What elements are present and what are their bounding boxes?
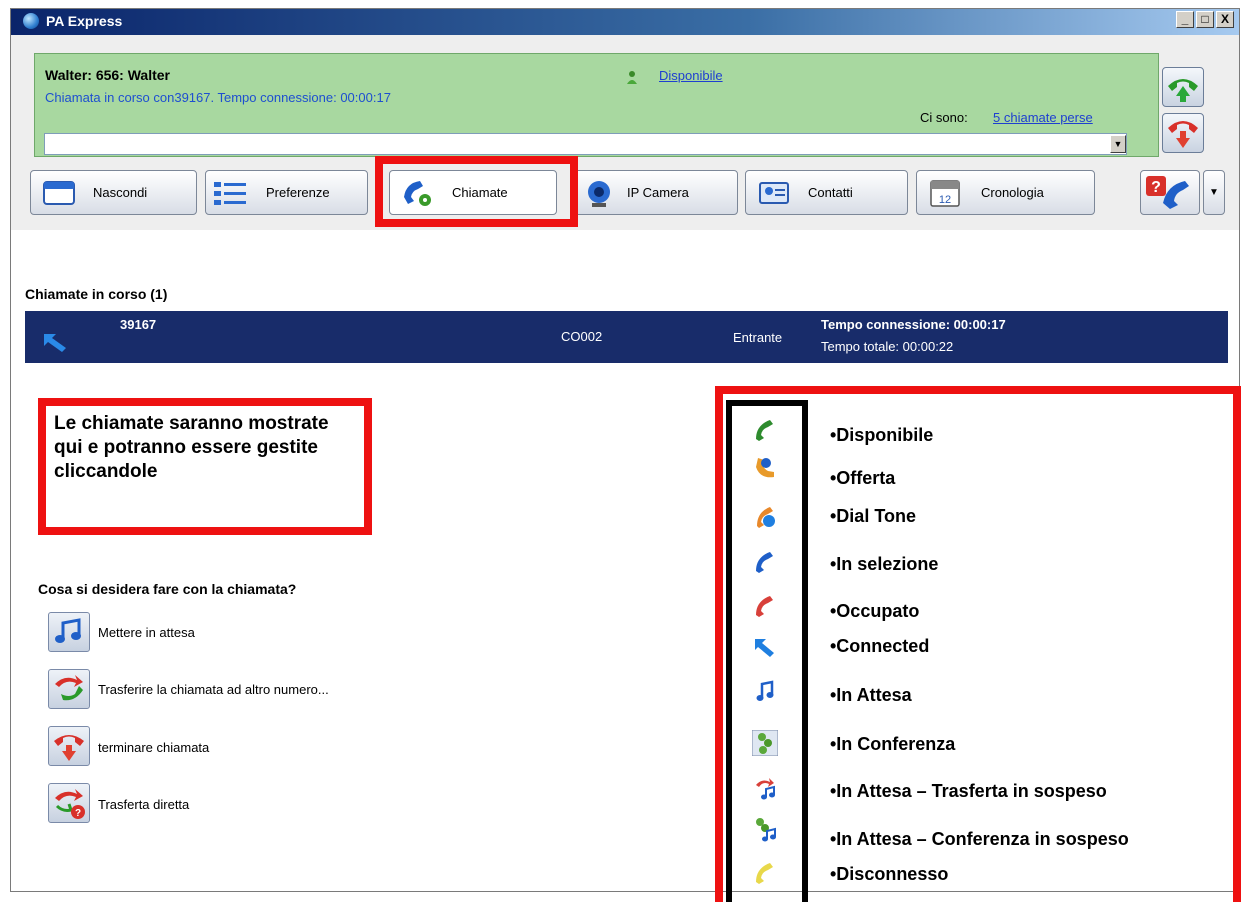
call-direction: Entrante bbox=[733, 330, 783, 345]
missed-calls-link[interactable]: 5 chiamate perse bbox=[993, 110, 1093, 125]
tab-cronologia[interactable]: 12 Cronologia bbox=[916, 170, 1095, 215]
legend-label: •Disponibile bbox=[830, 425, 934, 445]
legend-label: •In Attesa – Trasferta in sospeso bbox=[830, 781, 1107, 801]
hold-call-label[interactable]: Mettere in attesa bbox=[98, 625, 195, 640]
end-call-button[interactable] bbox=[48, 726, 90, 766]
call-number: 39167 bbox=[120, 317, 157, 332]
direct-transfer-icon: ? bbox=[55, 789, 85, 819]
call-actions-heading: Cosa si desidera fare con la chiamata? bbox=[38, 581, 297, 597]
disconnected-handset-icon bbox=[756, 863, 773, 884]
hangup-call-button[interactable] bbox=[1162, 113, 1204, 153]
call-line-id: CO002 bbox=[561, 329, 603, 344]
legend-label: •In Conferenza bbox=[830, 734, 956, 754]
transfer-call-button[interactable] bbox=[48, 669, 90, 709]
calendar-icon: 12 bbox=[930, 180, 960, 207]
connected-arrow-icon bbox=[755, 639, 774, 657]
red-phone-down-icon bbox=[1168, 121, 1198, 148]
direct-transfer-label[interactable]: Trasferta diretta bbox=[98, 797, 189, 812]
conference-icon bbox=[752, 730, 778, 756]
legend-label: •Disconnesso bbox=[830, 864, 949, 884]
music-note-icon bbox=[756, 680, 774, 701]
help-button[interactable]: ? bbox=[1140, 170, 1200, 215]
hold-call-button[interactable] bbox=[48, 612, 90, 652]
maximize-button[interactable]: □ bbox=[1196, 11, 1214, 28]
legend-label: •Dial Tone bbox=[830, 506, 916, 526]
legend-label: •Offerta bbox=[830, 468, 896, 488]
tab-preferenze[interactable]: Preferenze bbox=[205, 170, 368, 215]
svg-text:?: ? bbox=[1151, 179, 1161, 196]
legend-label: •In selezione bbox=[830, 554, 939, 574]
calls-in-progress-heading: Chiamate in corso (1) bbox=[25, 286, 168, 302]
hold-conference-icon bbox=[756, 818, 776, 842]
contacts-card-icon bbox=[759, 182, 789, 204]
offered-call-icon bbox=[756, 458, 774, 478]
tab-contatti[interactable]: Contatti bbox=[745, 170, 908, 215]
tab-label: IP Camera bbox=[627, 185, 689, 200]
green-handset-icon bbox=[756, 420, 773, 441]
call-total-time: Tempo totale: 00:00:22 bbox=[821, 339, 954, 354]
end-call-label[interactable]: terminare chiamata bbox=[98, 740, 209, 755]
dial-tone-icon bbox=[757, 507, 775, 528]
legend-label: •In Attesa – Conferenza in sospeso bbox=[830, 829, 1129, 849]
music-note-icon bbox=[55, 618, 81, 643]
tab-label: Preferenze bbox=[266, 185, 330, 200]
title-bar[interactable] bbox=[11, 9, 1239, 35]
red-handset-icon bbox=[756, 596, 773, 617]
info-note-text: Le chiamate saranno mostrate qui e potra… bbox=[54, 413, 329, 482]
direct-transfer-button[interactable]: ? bbox=[48, 783, 90, 823]
call-status-text: Chiamata in corso con39167. Tempo connes… bbox=[45, 90, 391, 105]
answer-call-button[interactable] bbox=[1162, 67, 1204, 107]
preferences-list-icon bbox=[214, 182, 246, 205]
user-identity: Walter: 656: Walter bbox=[45, 67, 170, 83]
tab-label: Nascondi bbox=[93, 185, 148, 200]
webcam-icon bbox=[588, 181, 610, 207]
dial-number-combo[interactable] bbox=[44, 133, 1127, 155]
hold-transfer-icon bbox=[756, 778, 775, 800]
help-dropdown-button[interactable]: ▼ bbox=[1203, 170, 1225, 215]
app-globe-icon bbox=[23, 13, 39, 29]
tab-ip-camera[interactable]: IP Camera bbox=[572, 170, 738, 215]
app-title: PA Express bbox=[46, 13, 123, 29]
transfer-icon bbox=[55, 675, 83, 701]
tab-label: Contatti bbox=[808, 185, 853, 200]
legend-label: •In Attesa bbox=[830, 685, 912, 705]
table-row[interactable] bbox=[25, 311, 1228, 363]
hangup-icon bbox=[54, 735, 84, 761]
presence-status-link[interactable]: Disponibile bbox=[659, 68, 723, 83]
tab-highlight-frame bbox=[375, 156, 578, 227]
legend-label: •Connected bbox=[830, 636, 930, 656]
svg-text:?: ? bbox=[75, 808, 81, 819]
hide-window-icon bbox=[43, 181, 75, 205]
missed-calls-label: Ci sono: bbox=[920, 110, 968, 125]
connected-arrow-icon bbox=[44, 334, 66, 352]
transfer-call-label[interactable]: Trasferire la chiamata ad altro numero..… bbox=[98, 682, 329, 697]
minimize-button[interactable]: _ bbox=[1176, 11, 1194, 28]
person-presence-icon bbox=[627, 71, 637, 84]
legend-label: •Occupato bbox=[830, 601, 920, 621]
blue-handset-icon bbox=[756, 552, 773, 573]
call-connection-time: Tempo connessione: 00:00:17 bbox=[821, 317, 1006, 332]
dial-dropdown-button[interactable]: ▼ bbox=[1110, 135, 1126, 153]
tab-nascondi[interactable]: Nascondi bbox=[30, 170, 197, 215]
svg-text:12: 12 bbox=[939, 194, 951, 206]
green-phone-up-icon bbox=[1168, 79, 1198, 102]
tab-label: Cronologia bbox=[981, 185, 1044, 200]
help-phone-icon: ? bbox=[1146, 176, 1189, 209]
close-button[interactable]: X bbox=[1216, 11, 1234, 28]
